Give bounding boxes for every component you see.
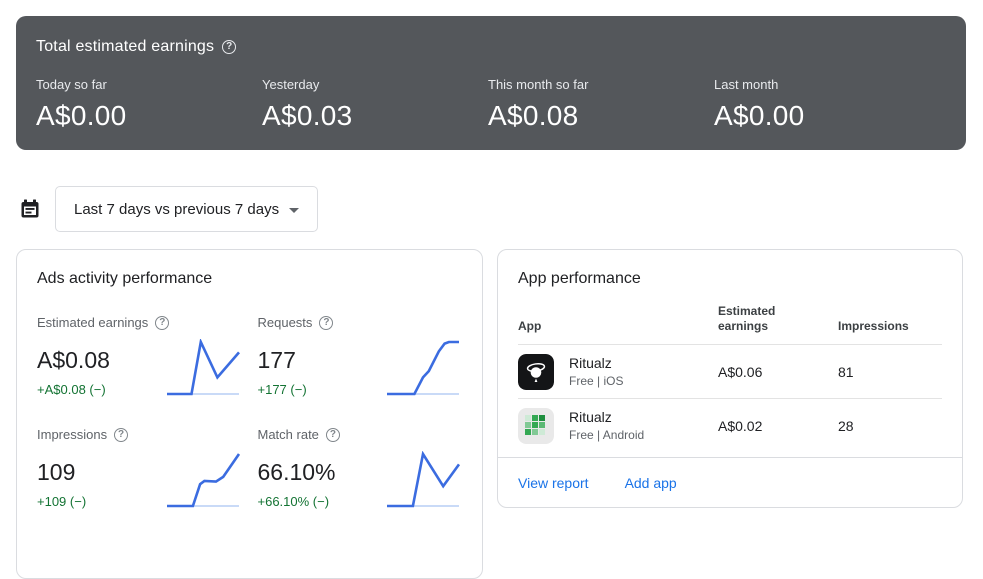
date-filter-row: Last 7 days vs previous 7 days <box>18 186 319 232</box>
total-earnings-title: Total estimated earnings <box>36 38 215 55</box>
metric-delta: +109 (−) <box>37 494 87 509</box>
earnings-label: Last month <box>714 77 779 92</box>
ritualz-android-app-icon <box>518 407 554 444</box>
view-report-button[interactable]: View report <box>518 475 589 491</box>
metric-label: Requests <box>257 315 313 330</box>
help-circle-icon[interactable] <box>114 427 129 442</box>
sparkline-estimated-earnings <box>164 337 242 397</box>
app-name: Ritualz <box>569 409 612 425</box>
metric-requests: Requests 177 +177 (−) <box>258 315 463 397</box>
sparkline-impressions <box>164 451 242 509</box>
metric-impressions: Impressions 109 +109 (−) <box>37 427 242 509</box>
earnings-value: A$0.08 <box>488 100 579 131</box>
table-row-ritualz-android[interactable]: Ritualz Free | Android A$0.02 28 <box>498 399 962 452</box>
column-header-estimated-earnings: Estimated earnings <box>718 304 776 333</box>
sparkline-requests <box>384 339 462 397</box>
earnings-value: A$0.00 <box>714 100 805 131</box>
earnings-col-last-month: Last month A$0.00 <box>714 77 940 132</box>
metric-label: Estimated earnings <box>37 315 149 330</box>
column-header-app: App <box>518 319 542 333</box>
column-header-impressions: Impressions <box>838 319 909 333</box>
metric-label: Impressions <box>37 427 108 442</box>
earnings-col-yesterday: Yesterday A$0.03 <box>262 77 488 132</box>
add-app-button[interactable]: Add app <box>625 475 677 491</box>
help-circle-icon[interactable] <box>325 427 340 442</box>
metric-value: 66.10% <box>257 459 336 485</box>
date-range-label: Last 7 days vs previous 7 days <box>74 200 280 218</box>
app-earnings: A$0.06 <box>718 363 763 380</box>
app-impressions: 28 <box>838 417 854 434</box>
metric-value: 177 <box>257 347 296 373</box>
earnings-value: A$0.00 <box>36 100 127 131</box>
app-impressions: 81 <box>838 363 854 380</box>
app-performance-card: App performance App Estimated earnings I… <box>497 249 963 508</box>
sparkline-match-rate <box>384 450 462 509</box>
app-name: Ritualz <box>569 355 612 371</box>
total-earnings-card: Total estimated earnings Today so far A$… <box>16 16 966 150</box>
app-performance-table: App Estimated earnings Impressions Ritua… <box>498 300 962 452</box>
metric-value: A$0.08 <box>37 347 110 373</box>
metric-delta: +A$0.08 (−) <box>37 382 106 397</box>
app-card-footer: View report Add app <box>498 457 962 507</box>
app-platform: Free | Android <box>569 428 645 442</box>
ritualz-ios-app-icon <box>518 353 554 390</box>
table-row-ritualz-ios[interactable]: Ritualz Free | iOS A$0.06 81 <box>498 345 962 398</box>
chevron-down-icon <box>289 207 300 213</box>
metric-delta: +177 (−) <box>257 382 307 397</box>
date-range-selector[interactable]: Last 7 days vs previous 7 days <box>55 186 319 232</box>
earnings-col-today: Today so far A$0.00 <box>36 77 262 132</box>
app-performance-title: App performance <box>518 270 641 287</box>
earnings-label: Today so far <box>36 77 107 92</box>
earnings-label: Yesterday <box>262 77 320 92</box>
metric-estimated-earnings: Estimated earnings A$0.08 +A$0.08 (−) <box>37 315 242 397</box>
help-circle-icon[interactable] <box>319 315 334 330</box>
earnings-col-this-month: This month so far A$0.08 <box>488 77 714 132</box>
table-header: App Estimated earnings Impressions <box>498 300 962 344</box>
earnings-value: A$0.03 <box>262 100 353 131</box>
metric-delta: +66.10% (−) <box>257 494 330 509</box>
help-circle-icon[interactable] <box>222 40 237 54</box>
metric-value: 109 <box>37 459 76 485</box>
earnings-label: This month so far <box>488 77 589 92</box>
metric-label: Match rate <box>257 427 319 442</box>
app-platform: Free | iOS <box>569 374 624 388</box>
help-circle-icon[interactable] <box>155 315 170 330</box>
ads-activity-title: Ads activity performance <box>37 270 213 287</box>
metric-match-rate: Match rate 66.10% +66.10% (−) <box>258 427 463 509</box>
app-earnings: A$0.02 <box>718 417 763 434</box>
calendar-icon <box>21 199 39 218</box>
